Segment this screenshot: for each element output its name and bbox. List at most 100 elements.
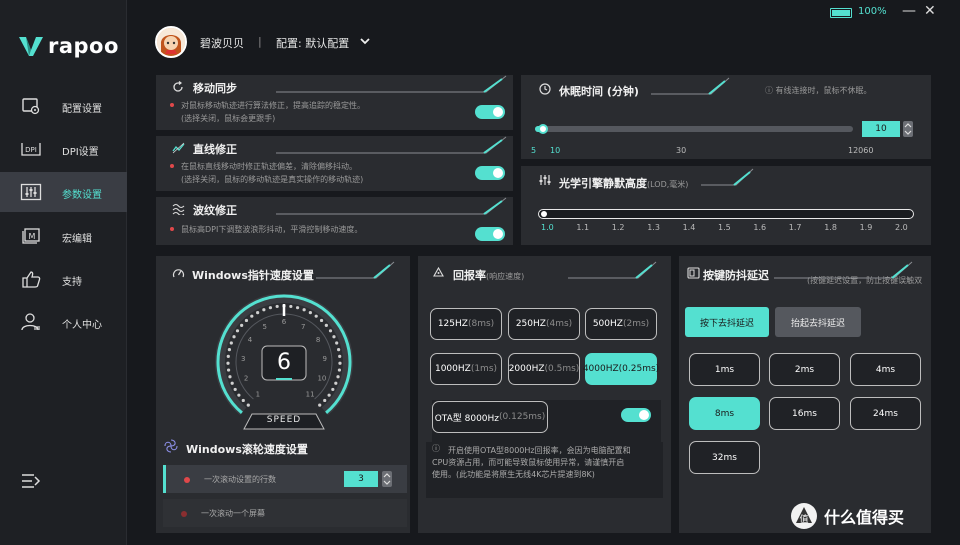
lod-slider-thumb[interactable]	[541, 210, 547, 217]
watermark-text: 什么值得买	[824, 508, 905, 527]
debounce-option[interactable]: 16ms	[769, 397, 840, 430]
ota-sub-label: (0.125ms)	[499, 412, 546, 422]
polling-option[interactable]: 1000HZ (1ms)	[430, 353, 502, 385]
motion-sync-title: 移动同步	[193, 82, 237, 95]
lod-tick: 1.5	[718, 223, 731, 232]
battery-percentage: 100%	[858, 6, 887, 17]
angle-snap-desc: 在鼠标直线移动时修正轨迹偏差，清除偏移抖动。	[181, 162, 357, 171]
debounce-option[interactable]: 32ms	[689, 441, 760, 474]
scroll-lines-input[interactable]: 3	[344, 471, 378, 487]
polling-rate-panel: 回报率(响应速度) 125HZ (8ms) 250HZ (4ms) 500HZ (2ms)…	[418, 256, 671, 533]
dial-number: 7	[301, 323, 305, 331]
dial-tick	[256, 310, 260, 315]
debounce-option[interactable]: 2ms	[769, 353, 840, 386]
dial-tick	[336, 375, 340, 379]
collapse-menu-icon[interactable]	[20, 472, 42, 490]
battery-icon	[830, 8, 852, 18]
avatar[interactable]	[155, 26, 187, 58]
stepper-arrows-icon	[383, 473, 391, 485]
polling-option[interactable]: 250HZ (4ms)	[508, 308, 580, 340]
dial-number: 3	[241, 355, 245, 363]
sidebar: rapoo 配置设置 DPI DPI设置 参数设置 M 宏编辑 支持 个人中心	[0, 0, 127, 545]
lod-tick: 1.3	[647, 223, 660, 232]
dial-tick	[295, 306, 300, 310]
lod-tick: 1.6	[753, 223, 767, 232]
scroll-screen-label: 一次滚动一个屏幕	[201, 509, 265, 518]
thumbs-up-icon	[20, 269, 42, 289]
parameter-icon	[20, 182, 42, 202]
sidebar-item-label: DPI设置	[62, 147, 99, 158]
debounce-option[interactable]: 8ms	[689, 397, 760, 430]
sidebar-item-parameters[interactable]: 参数设置	[0, 172, 127, 212]
sidebar-item-dpi[interactable]: DPI DPI设置	[0, 129, 127, 169]
dial-tick	[337, 368, 342, 372]
scroll-lines-option[interactable]: 一次滚动设置的行数 3	[163, 465, 407, 493]
polling-option[interactable]: 125HZ (8ms)	[430, 308, 502, 340]
debounce-option[interactable]: 1ms	[689, 353, 760, 386]
sleep-slider-track[interactable]	[535, 124, 853, 134]
topbar-separator: |	[258, 35, 262, 48]
angle-snap-title: 直线修正	[193, 143, 237, 156]
pointer-speed-value: 6	[277, 350, 291, 375]
sleep-time-panel: 休眠时间 (分钟) ⓘ 有线连接时，鼠标不休眠。 10 5 10 30 1206…	[521, 75, 931, 159]
polling-option-interval: (2ms)	[622, 319, 650, 329]
polling-option[interactable]: 2000HZ (0.5ms)	[508, 353, 580, 385]
polling-option[interactable]: 500HZ (2ms)	[585, 308, 657, 340]
sleep-title: 休眠时间 (分钟)	[559, 85, 639, 98]
ripple-toggle[interactable]	[475, 227, 505, 241]
watermark: 值 什么值得买	[790, 502, 904, 530]
scroll-lines-label: 一次滚动设置的行数	[204, 475, 276, 484]
title-underline-decoration	[701, 168, 754, 186]
sidebar-item-profile[interactable]: 个人中心	[0, 302, 127, 342]
scroll-lines-stepper[interactable]	[382, 471, 392, 487]
config-settings-icon	[20, 96, 42, 116]
ripple-title: 波纹修正	[193, 204, 237, 217]
title-underline-decoration	[276, 136, 507, 154]
dial-number: 1	[256, 391, 260, 399]
debounce-option[interactable]: 4ms	[850, 353, 921, 386]
polling-option-interval: (8ms)	[467, 319, 495, 329]
sidebar-item-support[interactable]: 支持	[0, 259, 127, 299]
minimize-button[interactable]: —	[902, 4, 916, 19]
sleep-stepper[interactable]	[903, 121, 913, 137]
angle-snap-panel: 直线修正 在鼠标直线移动时修正轨迹偏差，清除偏移抖动。 (选择关闭，鼠标的移动轨…	[156, 136, 513, 191]
info-icon: ⓘ	[432, 444, 440, 453]
angle-snap-toggle[interactable]	[475, 166, 505, 180]
dpi-icon: DPI	[20, 139, 42, 159]
chevron-down-icon[interactable]	[358, 34, 372, 48]
dial-tick	[308, 310, 312, 315]
polling-option-rate: 500HZ	[592, 319, 623, 329]
dial-tick	[337, 347, 341, 352]
ota-note-box: ⓘ 开启使用OTA型8000Hz回报率，会因为电脑配置和 CPU资源占用，而可能…	[426, 442, 663, 498]
lod-title-text: 光学引擎静默高度	[559, 177, 647, 190]
close-button[interactable]: ✕	[924, 4, 938, 18]
sleep-slider-thumb[interactable]	[538, 124, 548, 134]
equalizer-icon	[539, 175, 551, 185]
debounce-option[interactable]: 24ms	[850, 397, 921, 430]
dial-tick	[227, 347, 231, 352]
dial-tick	[332, 335, 336, 339]
lod-slider-track[interactable]	[538, 209, 914, 219]
lod-tick: 1.1	[576, 223, 590, 232]
ota-8000hz-option[interactable]: OTA型 8000Hz (0.125ms)	[432, 401, 548, 433]
polling-option[interactable]: 4000HZ (0.25ms)	[583, 353, 659, 385]
ripple-desc: 鼠标高DPI下调整波浪形抖动，平滑控制移动速度。	[181, 225, 363, 234]
config-selector[interactable]: 配置: 默认配置	[276, 35, 349, 51]
sidebar-item-macro[interactable]: M 宏编辑	[0, 216, 127, 256]
dial-tick	[226, 361, 230, 365]
polling-option-rate: 2000HZ	[508, 364, 545, 374]
debounce-panel: 按键防抖延迟 (按键延迟设置，防止按键误触双 按下去抖延迟 抬起去抖延迟 1ms…	[679, 256, 931, 533]
ota-toggle[interactable]	[621, 408, 651, 422]
motion-sync-toggle[interactable]	[475, 105, 505, 119]
scroll-screen-option[interactable]: 一次滚动一个屏幕	[163, 499, 407, 527]
dial-tick	[226, 368, 231, 372]
line-correction-icon	[172, 142, 185, 154]
sleep-value-input[interactable]: 10	[862, 121, 900, 137]
sidebar-item-config[interactable]: 配置设置	[0, 86, 127, 126]
sleep-hint: ⓘ 有线连接时，鼠标不休眠。	[765, 86, 872, 95]
macro-icon: M	[20, 226, 42, 246]
scroll-speed-title: Windows滚轮速度设置	[186, 443, 308, 456]
polling-option-rate: 1000HZ	[434, 364, 471, 374]
dial-number: 5	[262, 323, 266, 331]
speed-label: SPEED	[266, 415, 302, 425]
